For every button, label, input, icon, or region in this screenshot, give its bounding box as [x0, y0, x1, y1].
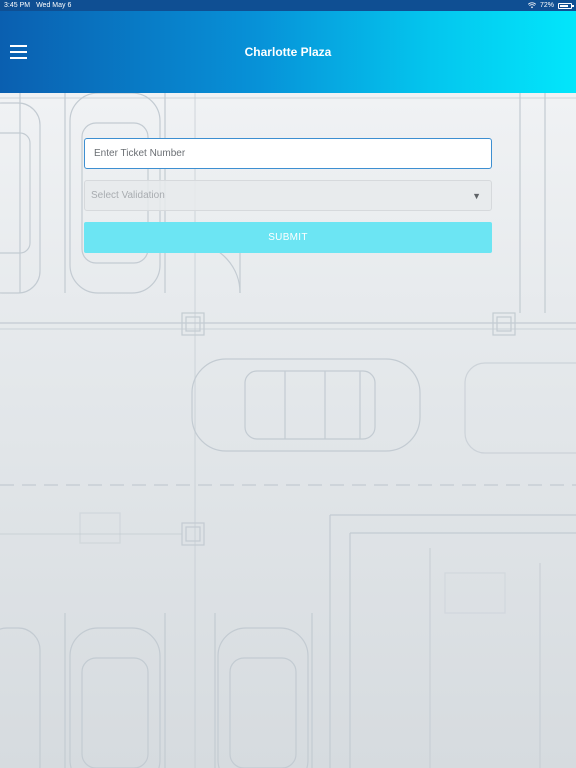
page-title: Charlotte Plaza	[244, 45, 332, 59]
status-time: 3:45 PM	[4, 2, 31, 9]
wifi-icon	[527, 2, 536, 9]
battery-icon	[558, 2, 574, 9]
validation-select[interactable]: Select Validation ▼	[84, 180, 492, 211]
app-header: Charlotte Plaza	[0, 11, 576, 93]
caret-down-icon: ▼	[472, 190, 481, 201]
status-right: 72%	[527, 2, 574, 9]
status-left: 3:45 PM Wed May 6	[4, 2, 71, 9]
battery-percent: 72%	[539, 2, 554, 9]
ticket-number-input[interactable]	[84, 138, 492, 169]
status-bar: 3:45 PM Wed May 6 72%	[0, 0, 576, 11]
status-date: Wed May 6	[36, 2, 72, 9]
validation-select-label: Select Validation	[91, 190, 165, 201]
main-content: Select Validation ▼ SUBMIT	[0, 93, 576, 768]
submit-button[interactable]: SUBMIT	[84, 222, 492, 253]
